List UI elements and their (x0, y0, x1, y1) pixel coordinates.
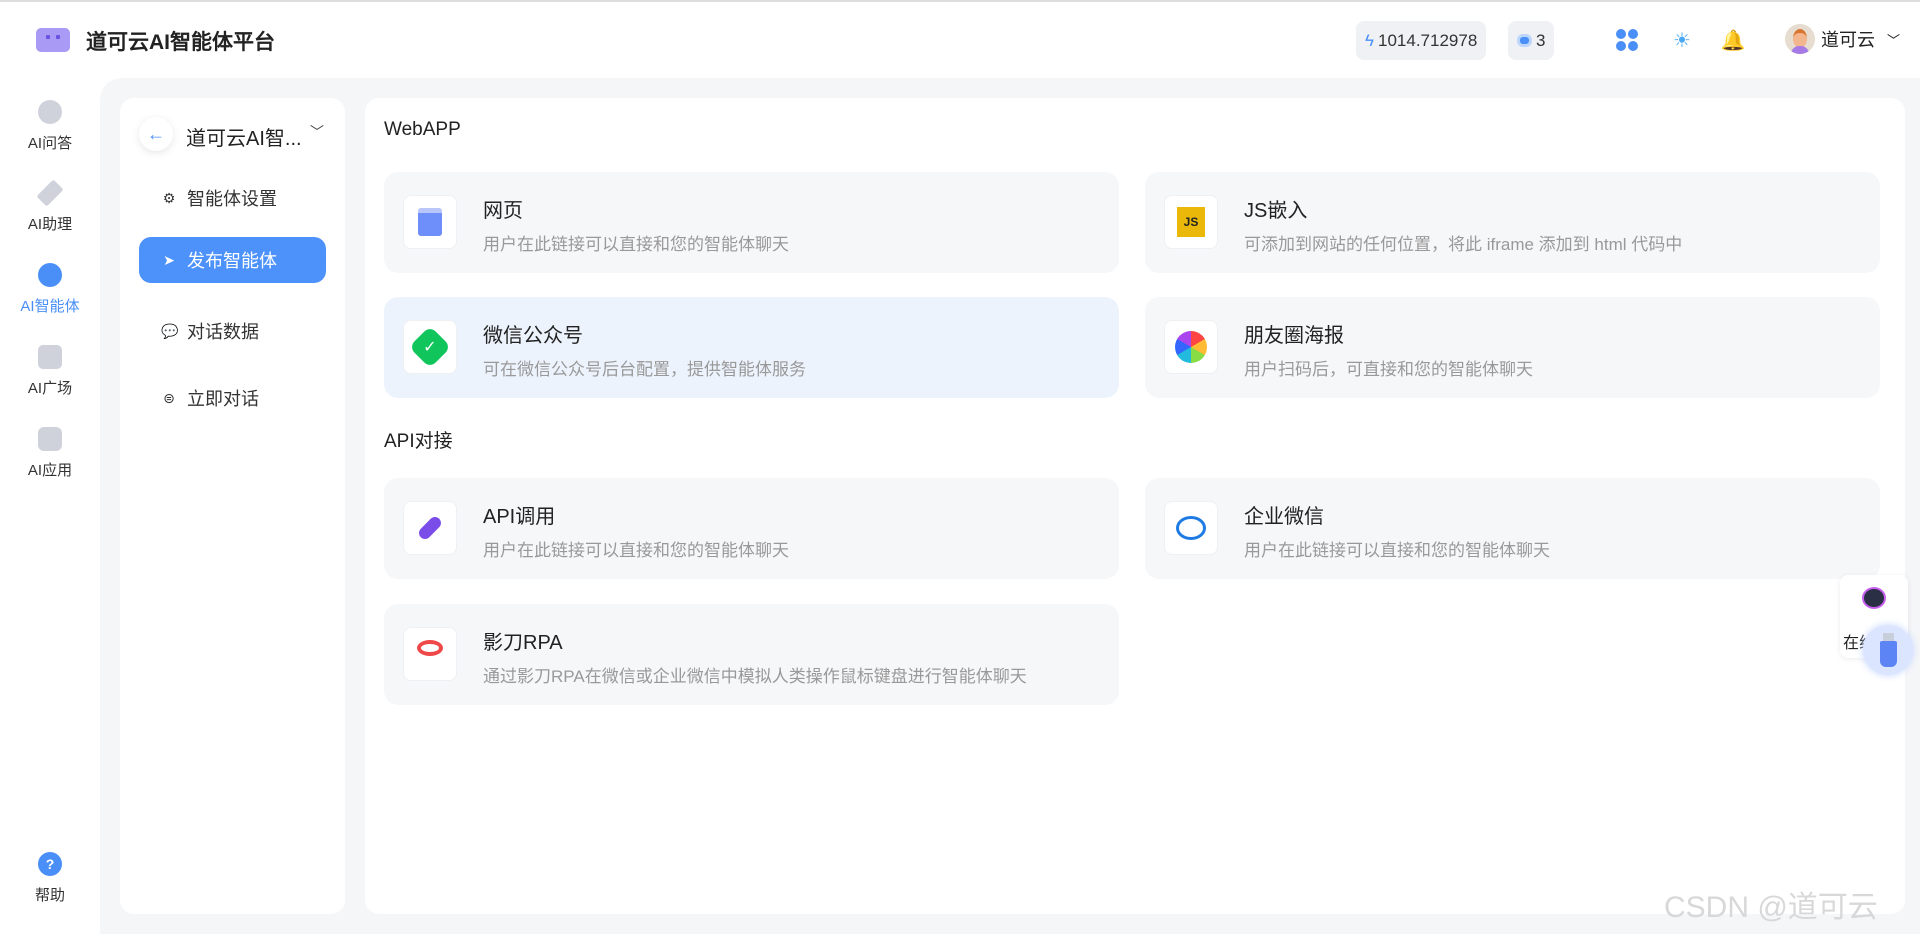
card-js-embed[interactable]: JS JS嵌入 可添加到网站的任何位置，将此 iframe 添加到 html 代… (1145, 172, 1880, 273)
send-icon: ➤ (163, 251, 175, 268)
card-yingdao-rpa[interactable]: 影刀RPA 通过影刀RPA在微信或企业微信中模拟人类操作鼠标键盘进行智能体聊天 (384, 604, 1119, 705)
agent-sidebar: ← 道可云AI智... ﹀ ⚙ 智能体设置 ➤ 发布智能体 💬 对话数据 ⊜ 立即对话 (120, 98, 345, 914)
cube-icon (38, 427, 62, 451)
chevron-down-icon: ﹀ (1887, 32, 1901, 48)
card-desc: 用户在此链接可以直接和您的智能体聊天 (483, 235, 789, 254)
back-arrow-icon[interactable]: ← (139, 117, 173, 151)
robot-icon (1517, 34, 1532, 47)
brand-title: 道可云AI智能体平台 (86, 31, 275, 54)
card-wecom[interactable]: 企业微信 用户在此链接可以直接和您的智能体聊天 (1145, 478, 1880, 579)
card-title: 影刀RPA (483, 632, 563, 654)
card-desc: 用户在此链接可以直接和您的智能体聊天 (483, 541, 789, 560)
aperture-icon (1164, 320, 1218, 374)
main-nav: AI问答 AI助理 AI智能体 AI广场 AI应用 ? 帮助 (0, 78, 100, 934)
card-desc: 可添加到网站的任何位置，将此 iframe 添加到 html 代码中 (1244, 235, 1683, 254)
card-title: API调用 (483, 506, 556, 528)
plug-icon (403, 501, 457, 555)
menu-chat-now[interactable]: ⊜ 立即对话 (139, 375, 326, 421)
agent-selector[interactable]: 道可云AI智... (186, 122, 302, 151)
card-desc: 通过影刀RPA在微信或企业微信中模拟人类操作鼠标键盘进行智能体聊天 (483, 667, 1027, 686)
yingdao-rpa-icon (403, 627, 457, 681)
chevron-down-icon[interactable]: ﹀ (310, 122, 324, 142)
theme-sun-icon[interactable]: ☀ (1670, 28, 1694, 52)
nav-label: AI问答 (27, 135, 73, 152)
nav-item-help[interactable]: ? 帮助 (0, 852, 100, 905)
help-icon: ? (38, 852, 62, 876)
card-desc: 可在微信公众号后台配置，提供智能体服务 (483, 360, 806, 379)
card-title: 微信公众号 (483, 325, 583, 347)
bell-icon[interactable]: 🔔 (1721, 28, 1746, 52)
user-name: 道可云 (1821, 30, 1875, 50)
section-title-api: API对接 (384, 431, 453, 452)
chat-bubble-icon (38, 100, 62, 124)
card-desc: 用户扫码后，可直接和您的智能体聊天 (1244, 360, 1533, 379)
nav-item-ai-qa[interactable]: AI问答 (0, 100, 100, 153)
message-icon: ⊜ (163, 389, 175, 406)
card-title: 朋友圈海报 (1244, 325, 1344, 347)
menu-label: 智能体设置 (187, 189, 277, 209)
balance-badge[interactable]: ϟ 1014.712978 (1356, 21, 1487, 60)
menu-label: 对话数据 (187, 322, 259, 342)
user-menu[interactable]: 道可云 ﹀ (1785, 24, 1900, 54)
card-desc: 用户在此链接可以直接和您的智能体聊天 (1244, 541, 1550, 560)
menu-label: 发布智能体 (187, 251, 277, 271)
watermark: CSDN @道可云 (1664, 891, 1878, 924)
menu-publish-agent[interactable]: ➤ 发布智能体 (139, 237, 326, 283)
apps-icon[interactable] (1615, 28, 1639, 52)
grid-icon (38, 345, 62, 369)
avatar (1785, 24, 1815, 54)
nav-label: 帮助 (34, 887, 65, 904)
card-title: JS嵌入 (1244, 200, 1308, 222)
nav-item-ai-square[interactable]: AI广场 (0, 345, 100, 398)
nav-label: AI助理 (27, 216, 73, 233)
lightning-icon: ϟ (1365, 30, 1374, 50)
balance-value: 1014.712978 (1378, 30, 1478, 50)
menu-label: 立即对话 (187, 389, 259, 409)
nav-item-ai-assistant[interactable]: AI助理 (0, 179, 100, 234)
nav-label: AI广场 (27, 380, 73, 397)
card-api-call[interactable]: API调用 用户在此链接可以直接和您的智能体聊天 (384, 478, 1119, 579)
nav-label: AI智能体 (20, 298, 80, 315)
agent-count-badge[interactable]: 3 (1508, 21, 1555, 60)
section-title-webapp: WebAPP (384, 119, 461, 140)
gear-icon: ⚙ (162, 189, 176, 206)
card-webpage[interactable]: 网页 用户在此链接可以直接和您的智能体聊天 (384, 172, 1119, 273)
menu-agent-settings[interactable]: ⚙ 智能体设置 (139, 175, 326, 221)
nav-item-ai-apps[interactable]: AI应用 (0, 427, 100, 480)
publish-panel: WebAPP 网页 用户在此链接可以直接和您的智能体聊天 JS JS嵌入 可添加… (365, 98, 1905, 914)
card-title: 企业微信 (1244, 506, 1324, 528)
robot-logo-icon (36, 28, 70, 52)
header: 道可云AI智能体平台 ϟ 1014.712978 3 ☀ 🔔 道可云 ﹀ (0, 2, 1920, 78)
card-moments-poster[interactable]: 朋友圈海报 用户扫码后，可直接和您的智能体聊天 (1145, 297, 1880, 398)
robot-icon (38, 263, 62, 287)
chat-icon: 💬 (161, 322, 179, 339)
card-title: 网页 (483, 200, 523, 222)
agent-count: 3 (1536, 30, 1546, 50)
nav-item-ai-agent[interactable]: AI智能体 (0, 263, 100, 316)
pencil-icon (36, 179, 64, 207)
js-icon: JS (1164, 195, 1218, 249)
verified-badge-icon: ✓ (403, 320, 457, 374)
wecom-icon (1164, 501, 1218, 555)
nav-label: AI应用 (27, 462, 73, 479)
menu-chat-data[interactable]: 💬 对话数据 (139, 308, 326, 354)
robot-icon (1862, 587, 1886, 609)
usb-icon[interactable] (1863, 625, 1913, 675)
webpage-icon (403, 195, 457, 249)
card-wechat-official[interactable]: ✓ 微信公众号 可在微信公众号后台配置，提供智能体服务 (384, 297, 1119, 398)
